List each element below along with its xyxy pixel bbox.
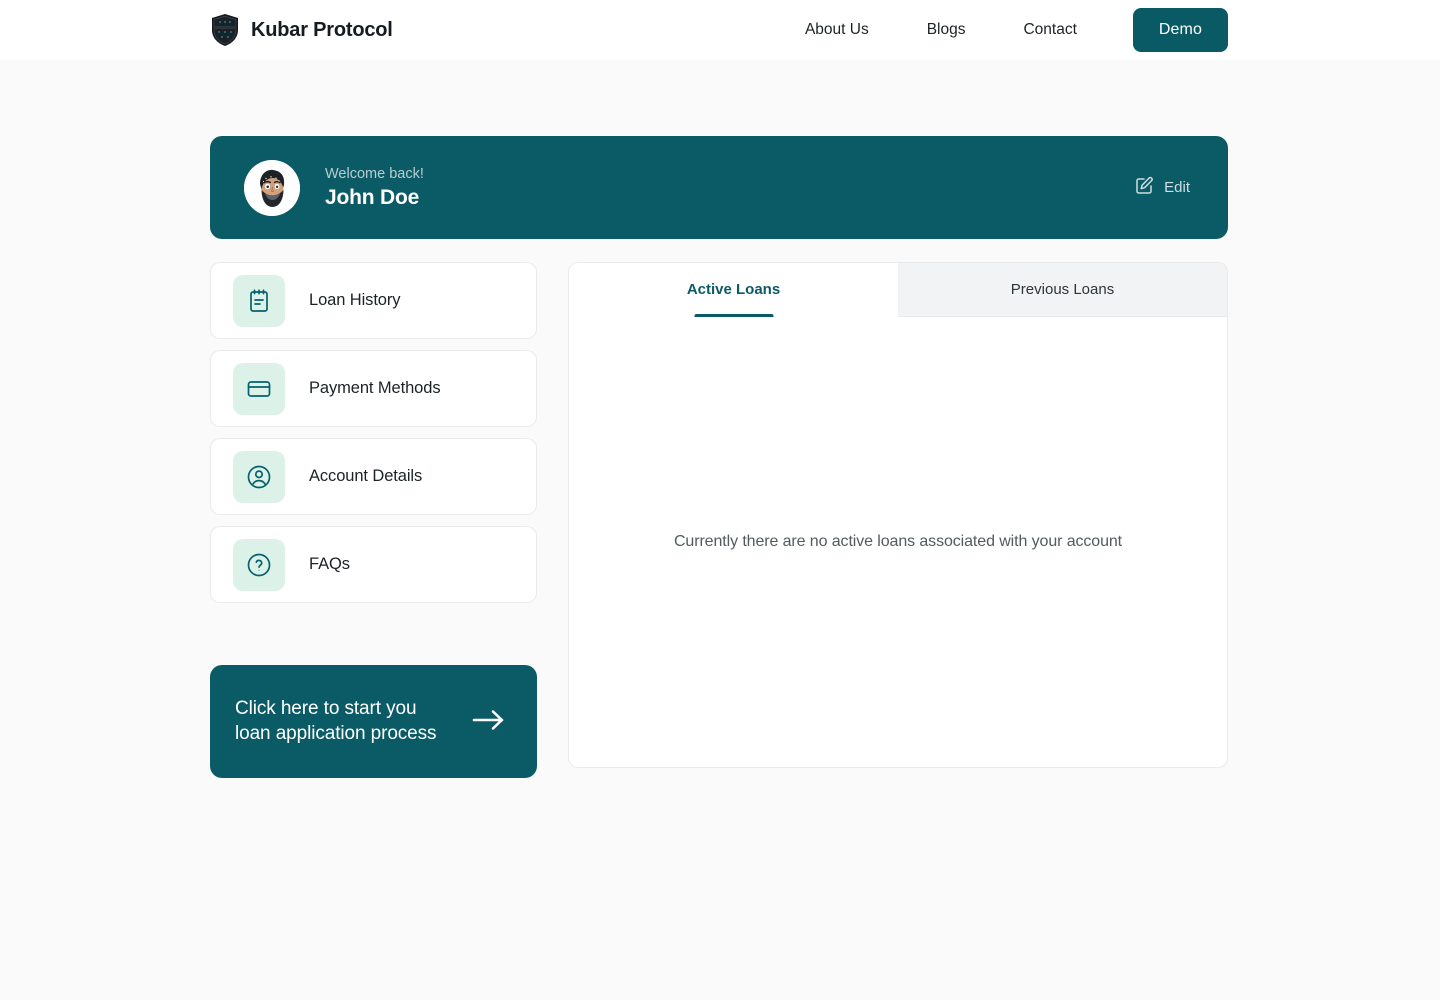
- sidebar-item-faqs[interactable]: FAQs: [210, 526, 537, 603]
- welcome-user-block: Welcome back! John Doe: [244, 159, 424, 216]
- loans-panel: Active Loans Previous Loans Currently th…: [568, 262, 1228, 768]
- cta-line-1: Click here to start you: [235, 698, 417, 720]
- tab-active-loans[interactable]: Active Loans: [569, 263, 898, 317]
- sidebar-item-label: Loan History: [309, 291, 401, 309]
- empty-state-message: Currently there are no active loans asso…: [673, 533, 1123, 550]
- page-content: Welcome back! John Doe Edit Loan History…: [0, 60, 1440, 778]
- brand-name: Kubar Protocol: [251, 18, 393, 41]
- credit-card-icon: [233, 362, 285, 415]
- pencil-edit-icon: [1135, 176, 1154, 199]
- welcome-greeting: Welcome back!: [325, 165, 424, 182]
- loans-tabs: Active Loans Previous Loans: [569, 263, 1227, 317]
- edit-profile-button[interactable]: Edit: [1135, 176, 1190, 199]
- nav-link-blogs[interactable]: Blogs: [898, 21, 995, 39]
- cta-text: Click here to start you loan application…: [235, 697, 437, 746]
- cta-line-2: loan application process: [235, 722, 437, 744]
- welcome-text: Welcome back! John Doe: [325, 166, 424, 210]
- sidebar-item-label: Payment Methods: [309, 379, 441, 397]
- tab-previous-loans[interactable]: Previous Loans: [898, 263, 1227, 317]
- loans-panel-body: Currently there are no active loans asso…: [569, 317, 1227, 767]
- sidebar-item-label: FAQs: [309, 555, 350, 573]
- sidebar-item-payment-methods[interactable]: Payment Methods: [210, 350, 537, 427]
- clipboard-icon: [233, 274, 285, 327]
- brand[interactable]: Kubar Protocol: [210, 13, 393, 47]
- nav-link-about-us[interactable]: About Us: [776, 21, 898, 39]
- main-nav: About Us Blogs Contact Demo: [776, 8, 1228, 52]
- avatar: [244, 159, 300, 216]
- sidebar-item-label: Account Details: [309, 467, 423, 485]
- site-header: Kubar Protocol About Us Blogs Contact De…: [0, 0, 1440, 60]
- welcome-banner: Welcome back! John Doe Edit: [210, 136, 1228, 239]
- sidebar-item-loan-history[interactable]: Loan History: [210, 262, 537, 339]
- question-circle-icon: [233, 538, 285, 591]
- shield-icon: [210, 13, 240, 47]
- main-content: Loan History Payment Methods Account Det…: [210, 262, 1228, 778]
- sidebar: Loan History Payment Methods Account Det…: [210, 262, 537, 778]
- edit-label: Edit: [1164, 179, 1190, 196]
- start-loan-application-button[interactable]: Click here to start you loan application…: [210, 665, 537, 778]
- welcome-user-name: John Doe: [325, 185, 420, 209]
- sidebar-item-account-details[interactable]: Account Details: [210, 438, 537, 515]
- user-circle-icon: [233, 450, 285, 503]
- arrow-right-icon: [469, 707, 509, 736]
- demo-button[interactable]: Demo: [1132, 8, 1228, 52]
- nav-link-contact[interactable]: Contact: [994, 21, 1105, 39]
